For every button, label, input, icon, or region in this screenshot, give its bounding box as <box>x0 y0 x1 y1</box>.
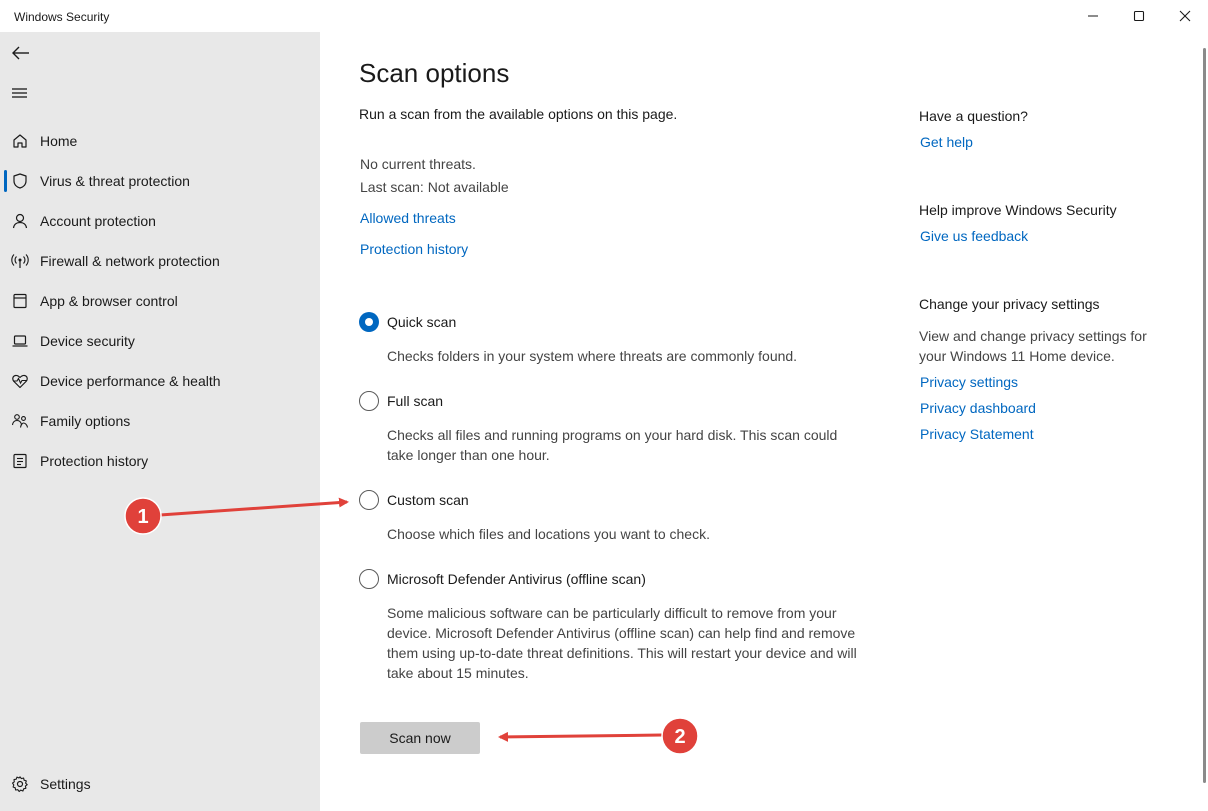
laptop-icon <box>11 332 29 350</box>
last-scan-text: Last scan: Not available <box>360 179 509 195</box>
sidebar-item-protection-history[interactable]: Protection history <box>0 443 320 479</box>
custom-scan-label: Custom scan <box>387 492 469 508</box>
vertical-scrollbar[interactable] <box>1203 48 1206 783</box>
threat-status-text: No current threats. <box>360 156 476 172</box>
app-window-icon <box>11 292 29 310</box>
sidebar-item-label: Family options <box>40 413 131 429</box>
offline-scan-radio[interactable] <box>359 569 379 589</box>
menu-button[interactable] <box>10 84 32 102</box>
full-scan-radio[interactable] <box>359 391 379 411</box>
sidebar-item-firewall-network[interactable]: Firewall & network protection <box>0 243 320 279</box>
get-help-link[interactable]: Get help <box>920 134 973 150</box>
maximize-icon <box>1133 10 1145 22</box>
privacy-heading: Change your privacy settings <box>919 296 1100 312</box>
question-heading: Have a question? <box>919 108 1028 124</box>
sidebar-item-virus-threat-protection[interactable]: Virus & threat protection <box>0 163 320 199</box>
sidebar-item-device-security[interactable]: Device security <box>0 323 320 359</box>
back-arrow-icon <box>12 46 29 60</box>
minimize-icon <box>1088 15 1098 17</box>
minimize-button[interactable] <box>1070 0 1116 32</box>
give-feedback-link[interactable]: Give us feedback <box>920 228 1028 244</box>
privacy-description: View and change privacy settings for you… <box>919 328 1147 364</box>
sidebar-item-label: Protection history <box>40 453 149 469</box>
back-button[interactable] <box>10 42 32 64</box>
sidebar-item-family-options[interactable]: Family options <box>0 403 320 439</box>
privacy-settings-link[interactable]: Privacy settings <box>920 374 1018 390</box>
hamburger-menu-icon <box>12 88 27 98</box>
sidebar-item-label: Virus & threat protection <box>40 173 190 189</box>
sidebar-item-home[interactable]: Home <box>0 123 320 159</box>
maximize-button[interactable] <box>1116 0 1162 32</box>
sidebar-item-label: Device security <box>40 333 135 349</box>
page-title: Scan options <box>359 58 510 88</box>
selection-indicator <box>4 170 7 192</box>
sidebar-item-device-performance[interactable]: Device performance & health <box>0 363 320 399</box>
allowed-threats-link[interactable]: Allowed threats <box>360 210 456 226</box>
offline-scan-description: Some malicious software can be particula… <box>387 605 857 681</box>
custom-scan-description: Choose which files and locations you wan… <box>387 526 710 542</box>
scan-now-button[interactable]: Scan now <box>360 722 480 754</box>
protection-history-link[interactable]: Protection history <box>360 241 468 257</box>
sidebar-item-label: App & browser control <box>40 293 178 309</box>
privacy-dashboard-link[interactable]: Privacy dashboard <box>920 400 1036 416</box>
page-subtitle: Run a scan from the available options on… <box>359 106 678 122</box>
full-scan-description: Checks all files and running programs on… <box>387 427 838 463</box>
main-content: Scan options Run a scan from the availab… <box>320 32 1208 811</box>
full-scan-option[interactable]: Full scan <box>359 391 443 411</box>
offline-scan-option[interactable]: Microsoft Defender Antivirus (offline sc… <box>359 569 646 589</box>
custom-scan-option[interactable]: Custom scan <box>359 490 469 510</box>
full-scan-label: Full scan <box>387 393 444 409</box>
custom-scan-radio[interactable] <box>359 490 379 510</box>
sidebar-item-settings[interactable]: Settings <box>0 766 320 802</box>
sidebar-item-label: Device performance & health <box>40 373 221 389</box>
privacy-statement-link[interactable]: Privacy Statement <box>920 426 1034 442</box>
family-icon <box>11 412 29 430</box>
sidebar-item-label: Firewall & network protection <box>40 253 220 269</box>
heart-pulse-icon <box>11 372 29 390</box>
sidebar-item-app-browser-control[interactable]: App & browser control <box>0 283 320 319</box>
settings-label: Settings <box>40 776 91 792</box>
close-icon <box>1179 10 1191 22</box>
home-icon <box>11 132 29 150</box>
person-icon <box>11 212 29 230</box>
quick-scan-label: Quick scan <box>387 314 457 330</box>
window-title: Windows Security <box>14 10 110 24</box>
gear-icon <box>11 775 29 793</box>
history-icon <box>11 452 29 470</box>
improve-heading: Help improve Windows Security <box>919 202 1117 218</box>
quick-scan-radio[interactable] <box>359 312 379 332</box>
sidebar-item-account-protection[interactable]: Account protection <box>0 203 320 239</box>
sidebar-item-label: Account protection <box>40 213 156 229</box>
offline-scan-label: Microsoft Defender Antivirus (offline sc… <box>387 571 646 587</box>
close-button[interactable] <box>1162 0 1208 32</box>
sidebar: Home Virus & threat protection Account p… <box>0 32 320 811</box>
quick-scan-option[interactable]: Quick scan <box>359 312 456 332</box>
shield-icon <box>11 172 29 190</box>
sidebar-item-label: Home <box>40 133 78 149</box>
antenna-icon <box>11 252 29 270</box>
title-bar: Windows Security <box>0 0 1208 32</box>
quick-scan-description: Checks folders in your system where thre… <box>387 348 798 364</box>
